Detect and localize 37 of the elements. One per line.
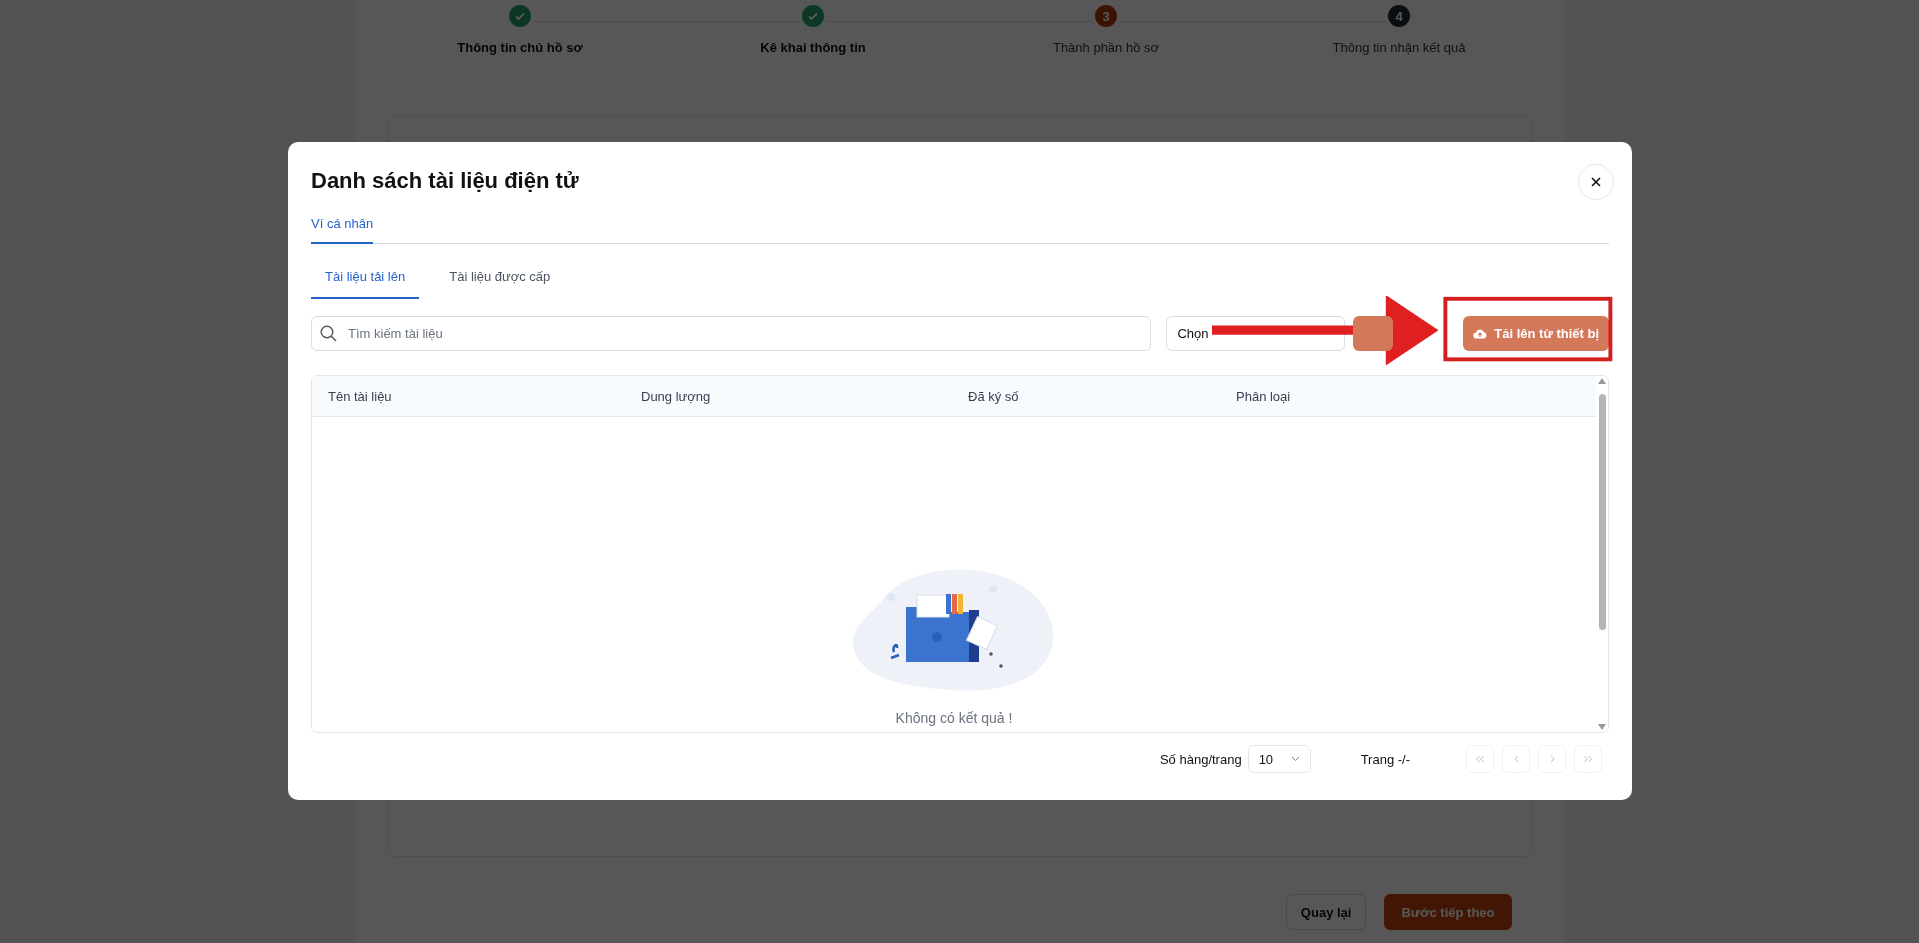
chevron-down-icon bbox=[1290, 756, 1300, 762]
close-button[interactable] bbox=[1578, 164, 1614, 200]
scroll-up-icon[interactable] bbox=[1598, 378, 1606, 384]
column-header: Phân loại bbox=[1235, 388, 1292, 404]
double-chevron-left-icon bbox=[1475, 755, 1485, 763]
tab[interactable]: Ví cá nhân bbox=[311, 212, 374, 244]
search-icon bbox=[320, 325, 337, 342]
step-number: 4 bbox=[1388, 5, 1410, 27]
upload-button[interactable]: Tải lên từ thiết bị bbox=[1463, 316, 1609, 351]
step-label: Kê khai thông tin bbox=[760, 40, 866, 55]
column-header: Tên tài liệu bbox=[327, 388, 393, 404]
empty-message: Không có kết quả ! bbox=[895, 710, 1013, 726]
scroll-down-icon[interactable] bbox=[1598, 724, 1606, 730]
cloud-upload-icon bbox=[1473, 328, 1488, 339]
chevron-right-icon bbox=[1549, 755, 1555, 763]
step-label: Thông tin chủ hồ sơ bbox=[457, 40, 583, 55]
rows-per-page-label: Số hàng/trang bbox=[1159, 751, 1242, 767]
close-icon bbox=[1591, 177, 1601, 187]
chevron-left-icon bbox=[1513, 755, 1519, 763]
next-page-button[interactable] bbox=[1538, 745, 1566, 773]
step-number: 3 bbox=[1095, 5, 1117, 27]
last-page-button[interactable] bbox=[1574, 745, 1602, 773]
first-page-button[interactable] bbox=[1466, 745, 1494, 773]
scrollbar[interactable] bbox=[1596, 376, 1608, 732]
page-size-select[interactable]: 10 bbox=[1247, 745, 1311, 773]
dialog-title: Danh sách tài liệu điện tử bbox=[311, 168, 579, 194]
step-label: Thông tin nhận kết quả bbox=[1332, 40, 1466, 55]
double-chevron-right-icon bbox=[1583, 755, 1593, 763]
page-indicator: Trang -/- bbox=[1360, 751, 1410, 767]
column-header: Đã ký số bbox=[967, 388, 1020, 404]
action-button[interactable] bbox=[1353, 316, 1394, 351]
tab[interactable]: Tài liệu tải lên bbox=[311, 262, 420, 299]
step-label: Thành phần hồ sơ bbox=[1052, 40, 1160, 55]
column-header: Dung lượng bbox=[640, 388, 712, 404]
previous-page-button[interactable] bbox=[1502, 745, 1530, 773]
search-field[interactable]: Tìm kiếm tài liệu bbox=[311, 316, 1152, 351]
tab[interactable]: Tài liệu được cấp bbox=[435, 262, 565, 299]
